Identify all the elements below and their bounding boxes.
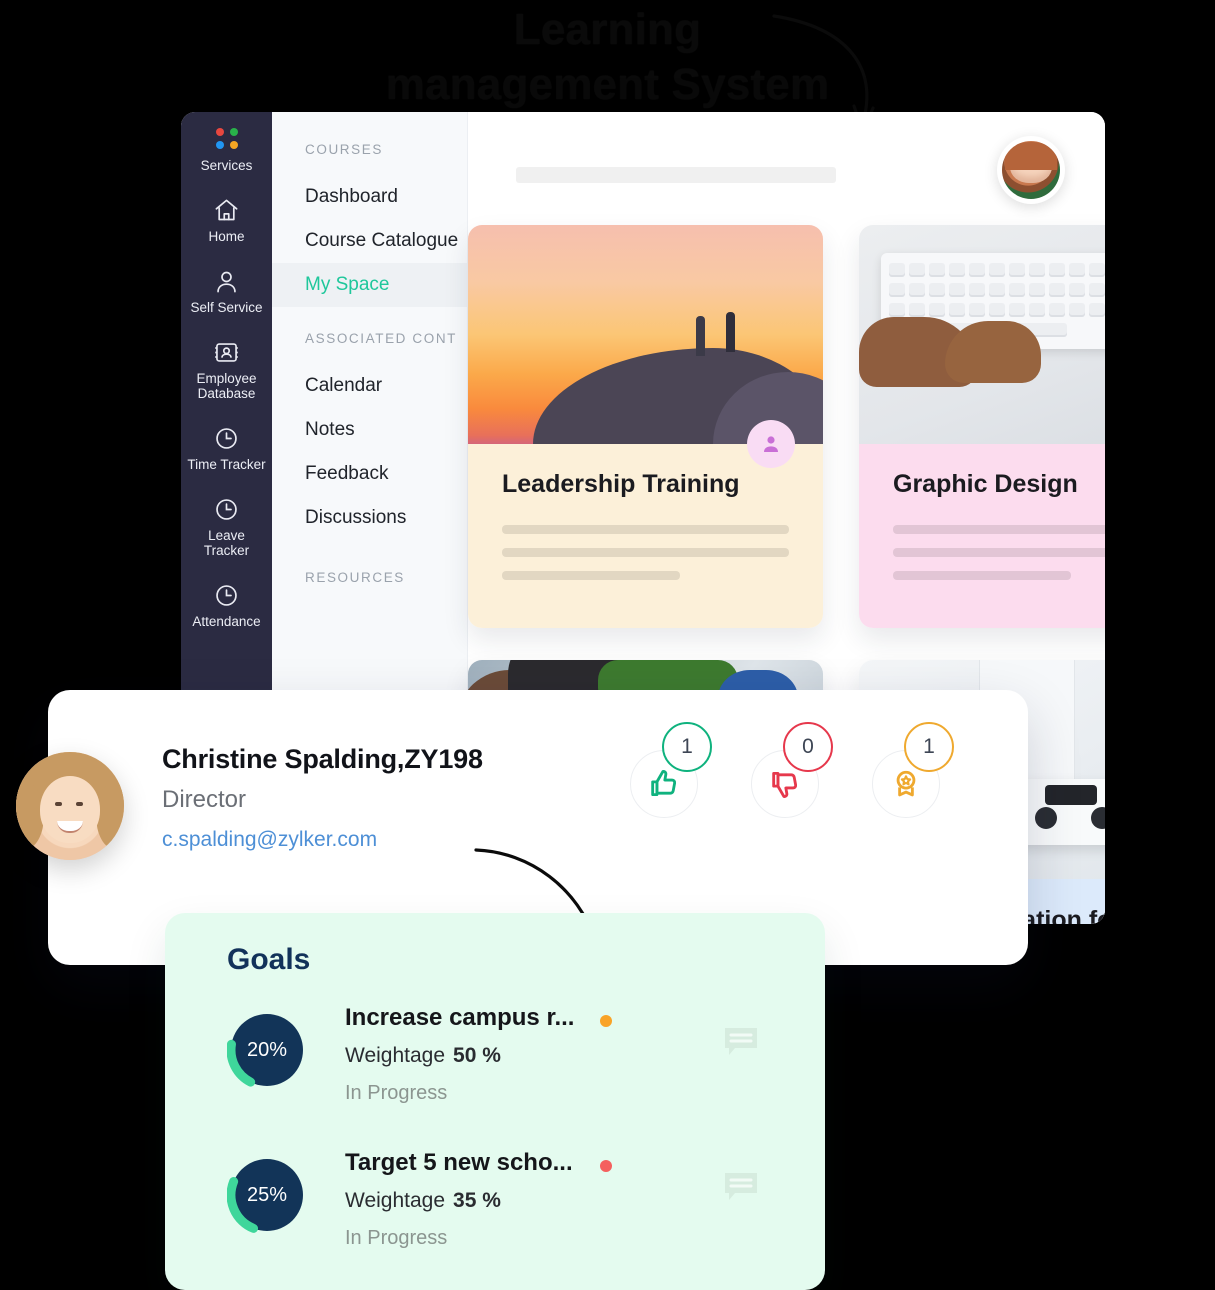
placeholder-title-bar xyxy=(516,167,836,183)
course-card-leadership-training[interactable]: Leadership Training xyxy=(468,225,823,628)
grid-dots-icon xyxy=(181,124,272,154)
home-icon xyxy=(181,195,272,225)
rail-label: Leave Tracker xyxy=(203,528,250,558)
nav-item-calendar[interactable]: Calendar xyxy=(272,364,467,408)
goal-progress-label: 25% xyxy=(246,1183,288,1206)
reaction-thumbs-down[interactable]: 0 xyxy=(751,722,833,818)
reaction-group: 1 0 1 xyxy=(630,722,954,818)
person-icon xyxy=(181,266,272,296)
rail-label: Services xyxy=(200,158,253,173)
reaction-count: 1 xyxy=(904,722,954,772)
nav-section-associated-content: ASSOCIATED CONT xyxy=(305,331,458,346)
nav-item-dashboard[interactable]: Dashboard xyxy=(272,175,467,219)
card-body: Graphic Design xyxy=(859,444,1105,628)
goal-weightage-label: Weightage xyxy=(345,1189,446,1212)
placeholder-line xyxy=(893,525,1105,534)
course-card-graphic-design[interactable]: Graphic Design xyxy=(859,225,1105,628)
rail-label: Attendance xyxy=(192,614,261,629)
goal-status: In Progress xyxy=(345,1227,448,1249)
profile-email[interactable]: c.spalding@zylker.com xyxy=(162,828,377,852)
nav-item-notes[interactable]: Notes xyxy=(272,408,467,452)
reaction-thumbs-up[interactable]: 1 xyxy=(630,722,712,818)
goal-name: Increase campus r... xyxy=(345,1004,575,1031)
comment-button[interactable] xyxy=(723,1171,759,1208)
goal-status: In Progress xyxy=(345,1082,448,1104)
profile-name: Christine Spalding,ZY198 xyxy=(162,744,483,774)
placeholder-line xyxy=(502,525,789,534)
rail-item-attendance[interactable]: Attendance xyxy=(181,580,272,629)
reaction-count: 1 xyxy=(662,722,712,772)
clock-icon xyxy=(181,494,272,524)
rail-label: Self Service xyxy=(190,300,263,315)
placeholder-line xyxy=(893,548,1105,557)
enrolled-user-badge[interactable] xyxy=(747,420,795,468)
sunset-hikers-photo xyxy=(468,225,823,468)
rail-item-leave-tracker[interactable]: Leave Tracker xyxy=(181,494,272,558)
goal-name: Target 5 new scho... xyxy=(345,1149,573,1176)
placeholder-line xyxy=(893,571,1071,580)
rail-item-employee-database[interactable]: Employee Database xyxy=(181,337,272,401)
thumbs-down-icon xyxy=(772,771,798,798)
rail-item-services[interactable]: Services xyxy=(181,124,272,173)
card-title: Graphic Design xyxy=(893,470,1078,498)
content-topbar xyxy=(468,112,1105,220)
card-body: Leadership Training xyxy=(468,444,823,628)
goals-title: Goals xyxy=(227,943,311,976)
screenshot-root: Learning management System Services Home… xyxy=(0,0,1215,1290)
goal-weightage: Weightage 35 % xyxy=(345,1189,501,1213)
comment-button[interactable] xyxy=(723,1026,759,1063)
comment-icon xyxy=(725,1028,757,1055)
avatar-image xyxy=(1002,141,1060,199)
reaction-award[interactable]: 1 xyxy=(872,722,954,818)
keyboard-hands-photo xyxy=(859,225,1105,444)
goals-card: Goals 20% Increase campus r... Weightage… xyxy=(165,913,825,1290)
rail-label: Home xyxy=(208,229,245,244)
nav-item-discussions[interactable]: Discussions xyxy=(272,496,467,540)
nav-item-course-catalogue[interactable]: Course Catalogue xyxy=(272,219,467,263)
avatar[interactable] xyxy=(16,752,124,860)
header-avatar[interactable] xyxy=(997,136,1065,204)
placeholder-line xyxy=(502,548,789,557)
goal-progress-donut: 25% xyxy=(226,1154,308,1236)
placeholder-line xyxy=(502,571,680,580)
goal-status-dot xyxy=(600,1160,612,1172)
rail-label: Employee Database xyxy=(196,371,257,401)
nav-item-feedback[interactable]: Feedback xyxy=(272,452,467,496)
goal-status-dot xyxy=(600,1015,612,1027)
goal-weightage-value: 35 % xyxy=(453,1189,501,1212)
page-headline: Learning management System xyxy=(0,0,1215,112)
nav-section-courses: COURSES xyxy=(305,142,383,157)
goal-progress-donut: 20% xyxy=(226,1009,308,1091)
clock-icon xyxy=(181,580,272,610)
goal-row[interactable]: 20% Increase campus r... Weightage 50 % I… xyxy=(165,998,825,1148)
headline-line-2: management System xyxy=(385,60,830,109)
rail-item-home[interactable]: Home xyxy=(181,195,272,244)
goal-progress-label: 20% xyxy=(246,1038,288,1061)
clock-icon xyxy=(181,423,272,453)
goal-weightage-label: Weightage xyxy=(345,1044,446,1067)
comment-icon xyxy=(725,1173,757,1200)
person-icon xyxy=(764,436,778,452)
nav-section-resources: RESOURCES xyxy=(305,570,405,585)
profile-role: Director xyxy=(162,786,247,813)
nav-item-my-space[interactable]: My Space xyxy=(272,263,467,307)
goal-weightage-value: 50 % xyxy=(453,1044,501,1067)
award-icon xyxy=(896,770,916,797)
reaction-count: 0 xyxy=(783,722,833,772)
thumbs-up-icon xyxy=(651,770,677,797)
rail-item-time-tracker[interactable]: Time Tracker xyxy=(181,423,272,472)
headline-line-1: Learning xyxy=(513,5,702,54)
goal-weightage: Weightage 50 % xyxy=(345,1044,501,1068)
goal-row[interactable]: 25% Target 5 new scho... Weightage 35 % I… xyxy=(165,1143,825,1290)
card-title: Leadership Training xyxy=(502,470,740,498)
rail-label: Time Tracker xyxy=(187,457,266,472)
rail-item-self-service[interactable]: Self Service xyxy=(181,266,272,315)
id-card-icon xyxy=(181,337,272,367)
